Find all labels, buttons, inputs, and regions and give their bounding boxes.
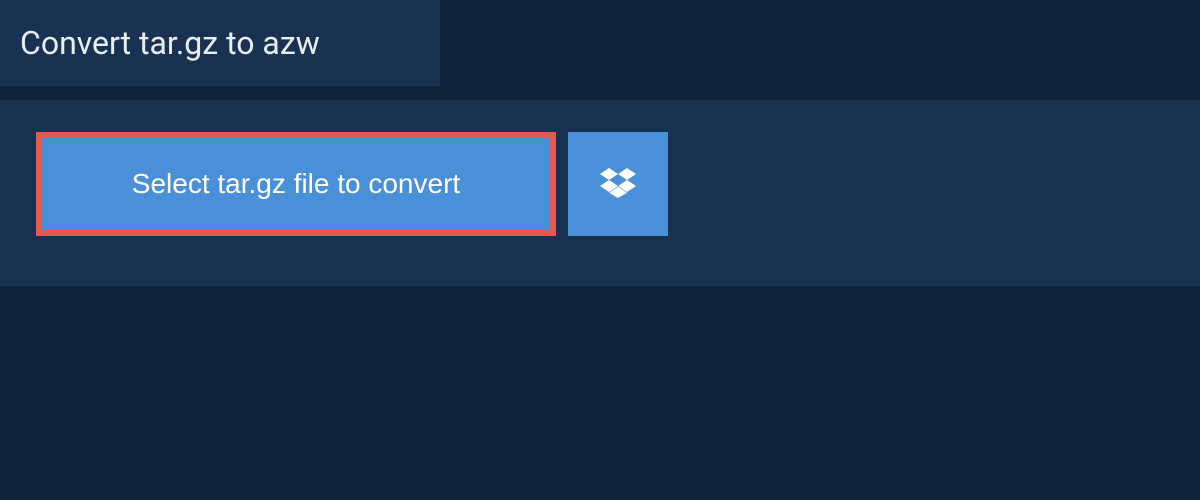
dropbox-button[interactable] [568,132,668,236]
select-file-label: Select tar.gz file to convert [132,168,460,200]
header-tab: Convert tar.gz to azw [0,0,440,86]
content-panel: Select tar.gz file to convert [0,100,1200,286]
button-row: Select tar.gz file to convert [36,132,1164,236]
page-title: Convert tar.gz to azw [20,24,400,62]
dropbox-icon [600,165,636,204]
select-file-button[interactable]: Select tar.gz file to convert [36,132,556,236]
